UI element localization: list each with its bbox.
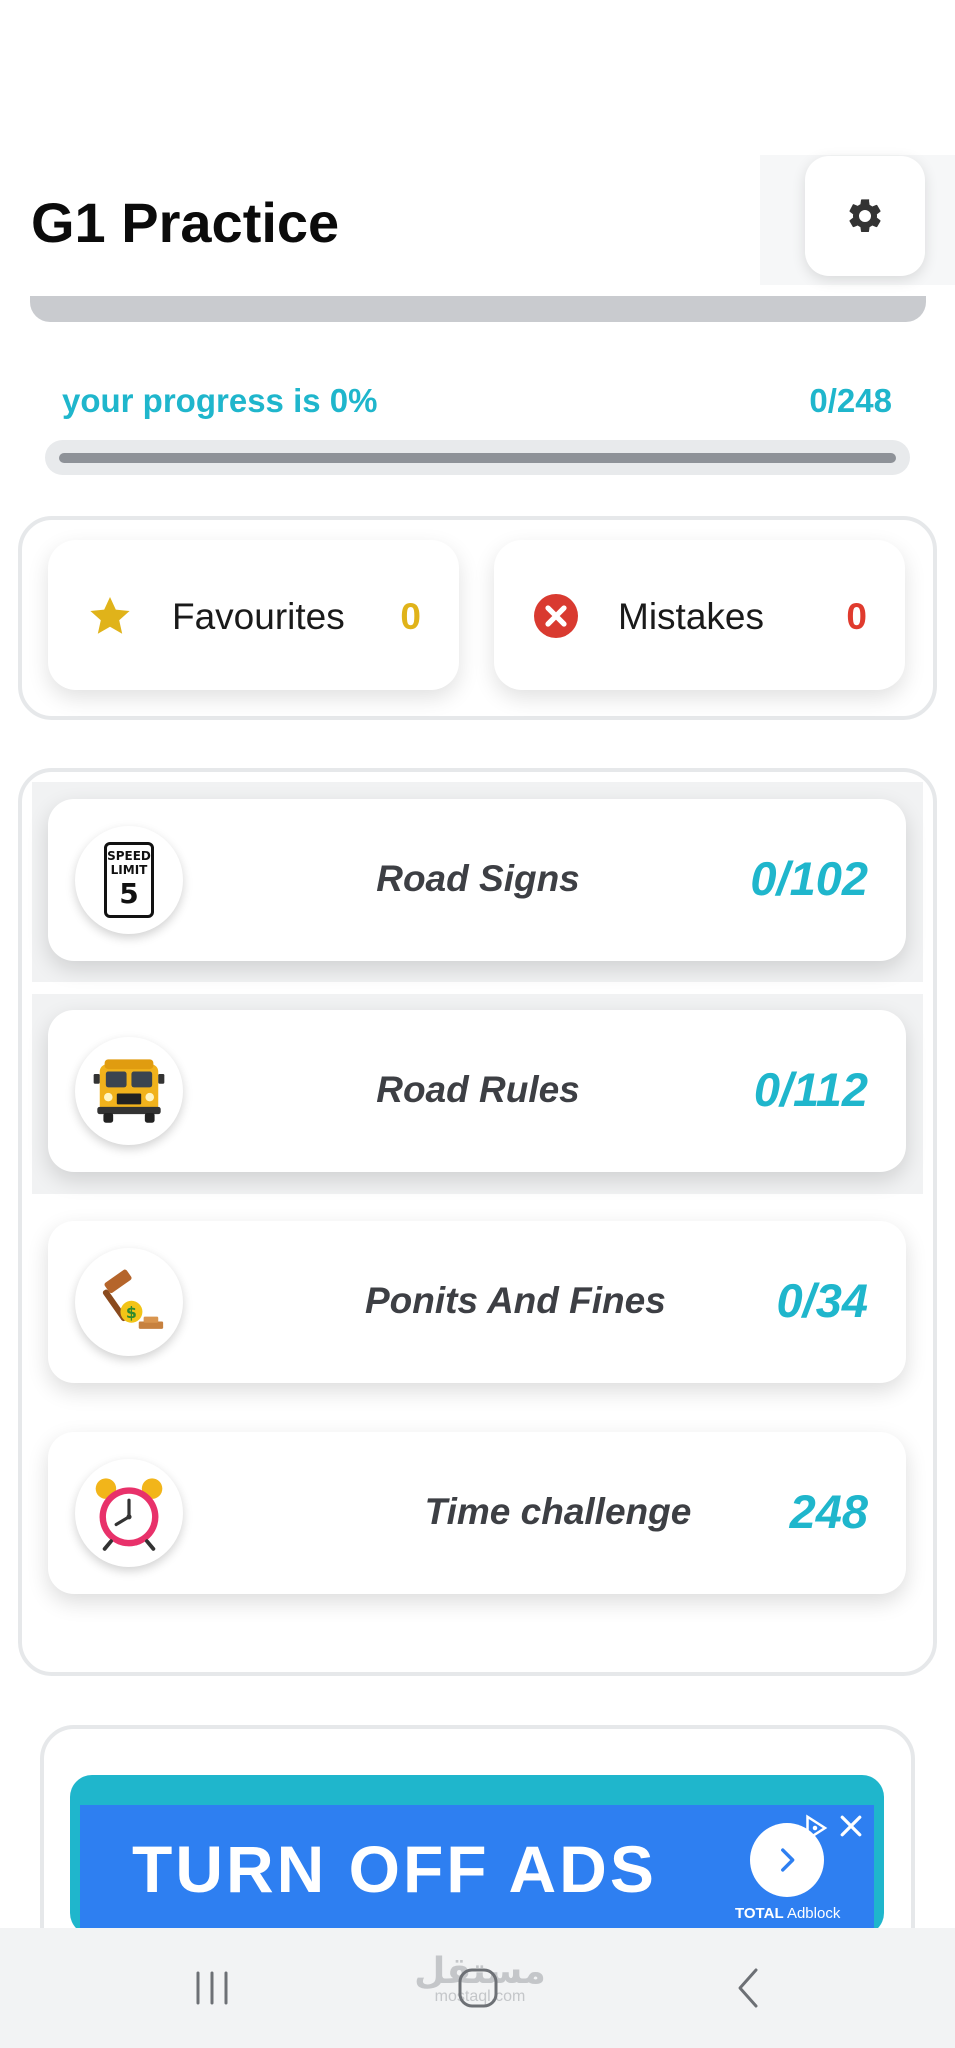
ad-brand-rest: Adblock [786, 1905, 841, 1922]
speed-limit-sign-icon: SPEED LIMIT 5 [75, 826, 183, 934]
header-divider-bar [30, 296, 926, 322]
ad-brand-bold: TOTAL [735, 1905, 784, 1922]
ad-text: TURN OFF ADS [132, 1832, 657, 1906]
favourites-label: Favourites [172, 596, 345, 637]
progress-track [59, 453, 896, 463]
gavel-money-icon: $ [75, 1248, 183, 1356]
progress-bar [45, 440, 910, 475]
category-time-challenge[interactable]: Time challenge 248 [48, 1432, 906, 1594]
category-count: 0/112 [753, 1063, 868, 1116]
ad-choices-icon[interactable] [800, 1813, 830, 1843]
category-title: Time challenge [424, 1491, 692, 1532]
x-circle-icon [534, 594, 578, 638]
ad-brand: TOTAL Adblock [735, 1905, 840, 1922]
svg-text:$: $ [126, 1303, 137, 1322]
ad-close-icon[interactable] [836, 1811, 866, 1841]
sign-value: 5 [119, 877, 139, 910]
favourites-count: 0 [400, 596, 421, 637]
mistakes-card[interactable]: Mistakes 0 [494, 540, 905, 690]
sign-line1: SPEED [107, 849, 151, 863]
category-count: 0/102 [750, 852, 868, 905]
back-icon [738, 1968, 758, 2008]
category-title: Road Rules [376, 1069, 580, 1110]
chevron-right-icon [781, 1848, 795, 1872]
back-button[interactable] [718, 1958, 778, 2018]
school-bus-icon [75, 1037, 183, 1145]
page-title: G1 Practice [31, 191, 340, 254]
star-icon [90, 597, 130, 634]
recent-apps-button[interactable] [182, 1958, 242, 2018]
ad-banner[interactable]: TURN OFF ADS TOTAL Adblock [80, 1805, 874, 1940]
mistakes-count: 0 [846, 596, 867, 637]
home-icon [458, 1968, 498, 2008]
category-title: Road Signs [376, 858, 580, 899]
category-count: 248 [789, 1485, 868, 1538]
category-road-signs[interactable]: SPEED LIMIT 5 Road Signs 0/102 [48, 799, 906, 961]
category-points-and-fines[interactable]: $ Ponits And Fines 0/34 [48, 1221, 906, 1383]
settings-button[interactable] [805, 156, 925, 276]
category-road-rules[interactable]: Road Rules 0/112 [48, 1010, 906, 1172]
alarm-clock-icon [75, 1459, 183, 1567]
sign-line2: LIMIT [110, 863, 148, 877]
mistakes-label: Mistakes [618, 596, 764, 637]
favourites-card[interactable]: Favourites 0 [48, 540, 459, 690]
progress-label: your progress is 0% [62, 382, 378, 419]
gear-icon [849, 199, 881, 232]
category-count: 0/34 [776, 1274, 868, 1327]
system-nav-bar: مستقل mostaql.com [0, 1928, 955, 2048]
app-header: G1 Practice [0, 0, 955, 290]
recent-apps-icon [196, 1971, 228, 2005]
progress-count: 0/248 [809, 382, 892, 419]
home-button[interactable] [448, 1958, 508, 2018]
